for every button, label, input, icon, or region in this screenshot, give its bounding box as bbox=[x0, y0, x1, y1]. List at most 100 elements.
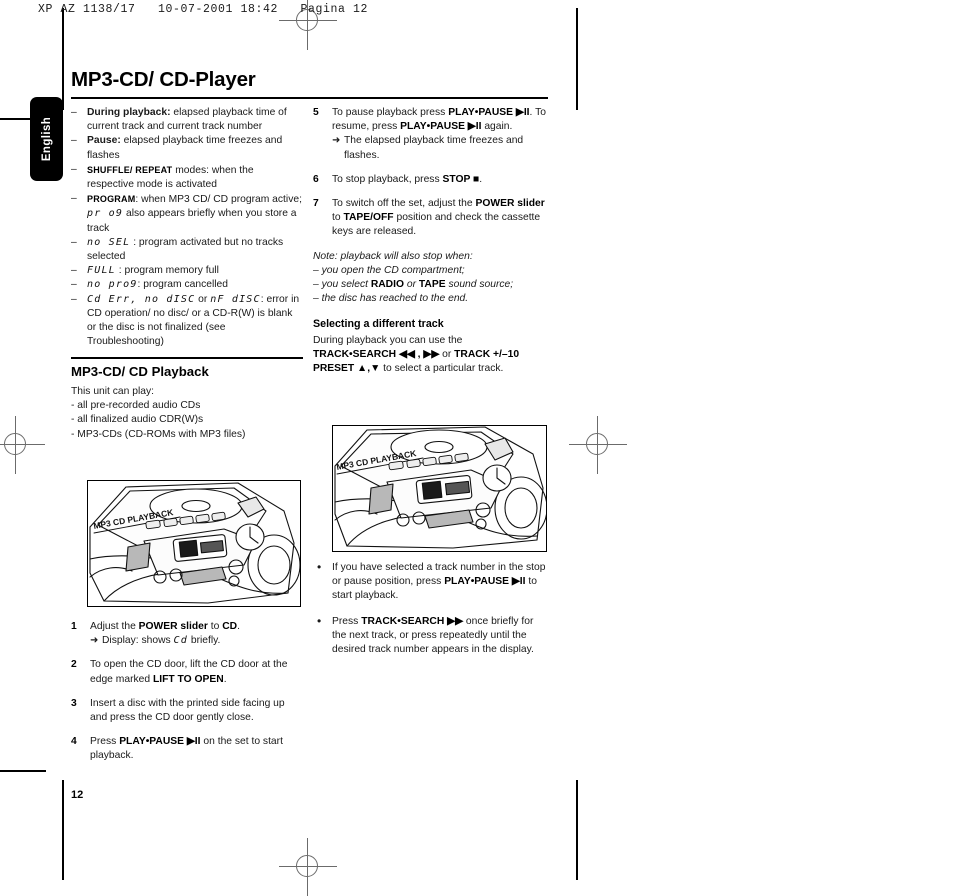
track-tips-bullet-list: • If you have selected a track number in … bbox=[313, 560, 548, 668]
text-run: or bbox=[439, 348, 455, 360]
emphasis-text: CD bbox=[222, 621, 238, 632]
playable-media-item: - all pre-recorded audio CDs bbox=[71, 400, 201, 412]
playback-intro: This unit can play: bbox=[71, 385, 154, 397]
text-run: During playback you can use the bbox=[313, 334, 463, 346]
emphasis-text: POWER slider bbox=[138, 621, 208, 632]
step-number: 4 bbox=[71, 736, 77, 748]
text-run: Press bbox=[90, 736, 120, 748]
note-lead: Note: playback will also stop when: bbox=[313, 250, 473, 262]
text-run: sound source; bbox=[445, 279, 514, 291]
dash-bullet: – bbox=[71, 265, 77, 277]
note-line: – you select RADIO or TAPE sound source; bbox=[313, 278, 548, 292]
text-run: The elapsed playback time freezes and fl… bbox=[344, 135, 524, 161]
playable-media-list: - all pre-recorded audio CDs - all finali… bbox=[71, 399, 303, 442]
text-run: to select a particular track. bbox=[380, 363, 504, 375]
step-result-line: ➜ The elapsed playback time freezes and f… bbox=[332, 134, 548, 162]
arrow-icon: ➜ bbox=[90, 635, 99, 647]
step-number: 7 bbox=[313, 198, 319, 210]
bullet-glyph: • bbox=[317, 613, 322, 628]
manual-page: English MP3-CD/ CD-Player – During playba… bbox=[0, 0, 954, 883]
section-heading-playback: MP3-CD/ CD Playback bbox=[71, 363, 209, 379]
dash-bullet: – bbox=[71, 107, 77, 118]
indicator-description: : when MP3 CD/ CD program active; bbox=[135, 194, 302, 206]
emphasis-text: TRACK•SEARCH ▶▶ bbox=[361, 615, 464, 627]
language-tab-label: English bbox=[40, 116, 53, 162]
title-rule bbox=[71, 97, 548, 99]
left-column: – During playback: elapsed playback time … bbox=[71, 106, 303, 761]
section-rule bbox=[71, 357, 303, 359]
step-item: 5 To pause playback press PLAY•PAUSE ▶II.… bbox=[313, 106, 548, 163]
text-run: To pause playback press bbox=[332, 107, 449, 118]
note-line: – you open the CD compartment; bbox=[313, 264, 548, 278]
step-text: To stop playback, press STOP ■. bbox=[332, 174, 482, 185]
lcd-code: no SEL bbox=[87, 236, 131, 248]
right-steps-list: 5 To pause playback press PLAY•PAUSE ▶II.… bbox=[313, 106, 548, 240]
step-number: 5 bbox=[313, 107, 319, 118]
display-indicator-item: – FULL : program memory full bbox=[71, 264, 303, 278]
lcd-code: nF dISC bbox=[210, 293, 261, 305]
playable-media-item: - all finalized audio CDR(W)s bbox=[71, 414, 204, 426]
language-tab-english: English bbox=[30, 97, 63, 181]
emphasis-text: TAPE/OFF bbox=[343, 212, 394, 224]
step-number: 2 bbox=[71, 659, 77, 671]
lcd-code: FULL bbox=[87, 265, 116, 277]
dash-bullet: – bbox=[71, 163, 77, 175]
steps-list: 1 Adjust the POWER slider to CD. ➜ Display:… bbox=[71, 620, 303, 764]
text-run: briefly. bbox=[187, 635, 221, 647]
dash-bullet: – bbox=[71, 293, 77, 305]
step-item: 6 To stop playback, press STOP ■. bbox=[313, 173, 548, 187]
step-item: 7 To switch off the set, adjust the POWER… bbox=[313, 197, 548, 240]
text-run: . bbox=[223, 673, 227, 685]
emphasis-text: PLAY•PAUSE ▶II bbox=[119, 736, 201, 748]
note-line: – the disc has reached to the end. bbox=[313, 292, 548, 306]
page-title: MP3-CD/ CD-Player bbox=[71, 68, 256, 91]
dash-bullet: – bbox=[71, 236, 77, 248]
emphasis-text: TAPE bbox=[418, 279, 446, 291]
dash-bullet: – bbox=[71, 279, 77, 291]
playback-stop-note: Note: playback will also stop when: – yo… bbox=[313, 250, 548, 307]
text-run: To switch off the set, adjust the bbox=[332, 198, 476, 210]
text-run: Press bbox=[332, 615, 362, 627]
text-run: Adjust the bbox=[90, 621, 139, 632]
text-run: . bbox=[479, 173, 483, 185]
step-text: To pause playback press PLAY•PAUSE ▶II. … bbox=[332, 107, 546, 132]
emphasis-text: POWER slider bbox=[475, 198, 545, 210]
tip-bullet-item: • If you have selected a track number in … bbox=[313, 560, 548, 604]
display-indicator-item: – Pause: elapsed playback time freezes an… bbox=[71, 134, 303, 162]
step-item: 1 Adjust the POWER slider to CD. ➜ Display:… bbox=[71, 620, 303, 648]
lcd-code: Cd Err, no dISC bbox=[87, 293, 196, 305]
cd-player-illustration-left: MP3 CD PLAYBACK bbox=[87, 480, 301, 607]
step-item: 3 Insert a disc with the printed side fac… bbox=[71, 697, 303, 725]
emphasis-text: PLAY•PAUSE ▶II bbox=[448, 107, 530, 118]
subsection-body: During playback you can use the TRACK•SE… bbox=[313, 334, 548, 377]
emphasis-text: RADIO bbox=[370, 279, 404, 291]
lcd-code: no pro9 bbox=[87, 279, 138, 291]
arrow-icon: ➜ bbox=[332, 135, 341, 147]
left-steps-list: 1 Adjust the POWER slider to CD. ➜ Display:… bbox=[71, 620, 303, 774]
emphasis-text: LIFT TO OPEN bbox=[152, 673, 224, 685]
display-indicator-item: – no SEL : program activated but no track… bbox=[71, 236, 303, 264]
text-run: – the disc has reached to the end. bbox=[313, 293, 469, 305]
text-run: or bbox=[195, 293, 211, 305]
step-item: 4 Press PLAY•PAUSE ▶II on the set to star… bbox=[71, 735, 303, 763]
indicator-term: During playback: bbox=[87, 107, 171, 118]
step-number: 6 bbox=[313, 173, 319, 185]
display-indicator-item: – no pro9: program cancelled bbox=[71, 278, 303, 292]
display-indicator-item: – PROGRAM: when MP3 CD/ CD program active… bbox=[71, 192, 303, 236]
bullet-glyph: • bbox=[317, 560, 322, 574]
emphasis-text: TRACK•SEARCH ◀◀ , ▶▶ bbox=[313, 348, 440, 360]
step-item: 2 To open the CD door, lift the CD door a… bbox=[71, 658, 303, 686]
emphasis-text: STOP ■ bbox=[442, 173, 480, 185]
text-run: . bbox=[237, 621, 240, 632]
emphasis-text: PLAY•PAUSE ▶II bbox=[444, 576, 526, 588]
step-number: 1 bbox=[71, 621, 77, 632]
cd-player-line-art-right: MP3 CD PLAYBACK bbox=[334, 426, 546, 549]
step-number: 3 bbox=[71, 697, 77, 709]
indicator-term: Pause: bbox=[87, 135, 121, 147]
playable-media-item: - MP3-CDs (CD-ROMs with MP3 files) bbox=[71, 428, 246, 440]
step-text: To switch off the set, adjust the POWER … bbox=[332, 198, 545, 237]
tip-text: If you have selected a track number in t… bbox=[332, 562, 546, 601]
text-run: or bbox=[404, 279, 419, 291]
step-text: Press PLAY•PAUSE ▶II on the set to start… bbox=[90, 736, 283, 761]
cd-player-illustration-right: MP3 CD PLAYBACK bbox=[332, 425, 547, 552]
